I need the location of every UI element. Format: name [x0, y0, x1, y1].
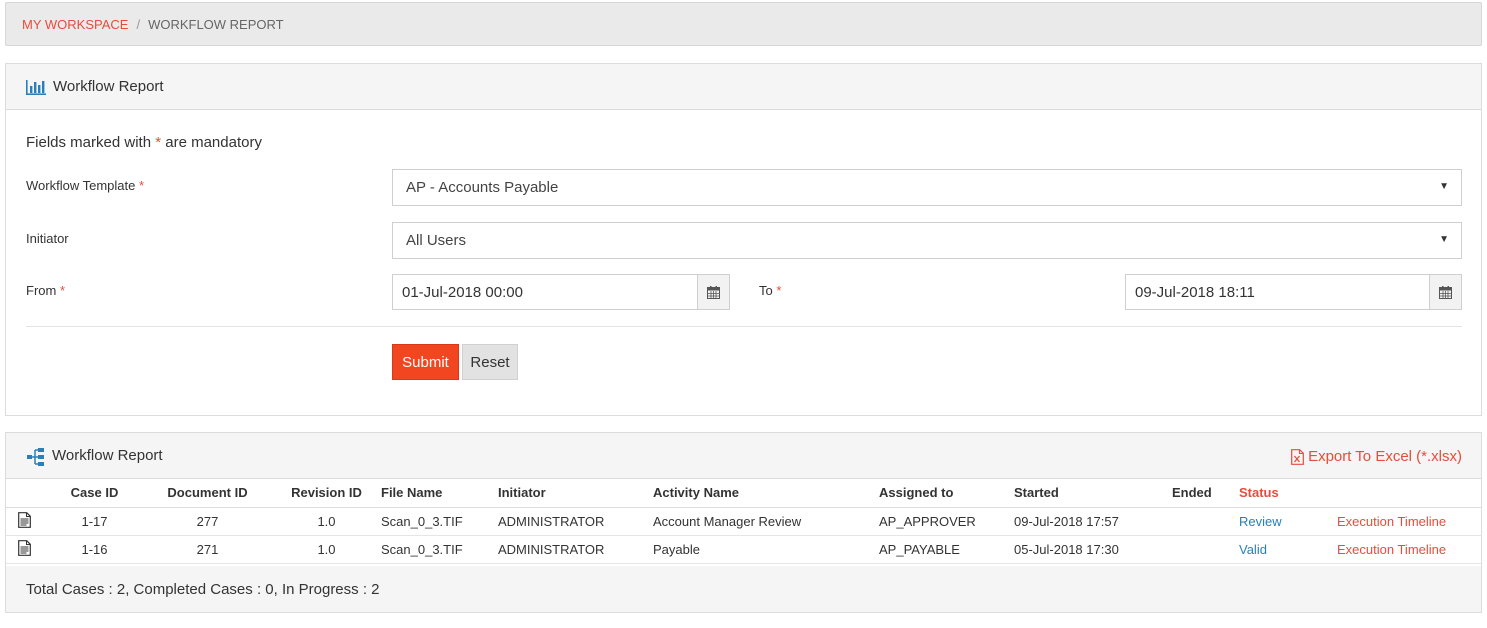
required-star: * — [776, 283, 782, 298]
calendar-icon[interactable] — [1429, 275, 1461, 309]
column-header-timeline — [1337, 479, 1481, 508]
caret-down-icon: ▼ — [1439, 181, 1449, 192]
cell-case-id: 1-16 — [48, 535, 141, 564]
breadcrumb-my-workspace[interactable]: MY WORKSPACE — [22, 17, 128, 32]
workflow-template-label: Workflow Template * — [26, 178, 144, 193]
bar-chart-icon — [25, 78, 47, 96]
workflow-report-table: Case ID Document ID Revision ID File Nam… — [6, 479, 1481, 564]
cell-assigned-to: AP_APPROVER — [879, 507, 1014, 536]
mandatory-note-suffix: are mandatory — [165, 134, 262, 151]
table-header-row: Case ID Document ID Revision ID File Nam… — [6, 479, 1481, 508]
from-label-text: From — [26, 283, 57, 298]
column-header-ended[interactable]: Ended — [1172, 479, 1239, 508]
breadcrumb: MY WORKSPACE / WORKFLOW REPORT — [5, 2, 1482, 46]
to-date-field: 09-Jul-2018 18:11 — [1125, 274, 1462, 310]
column-header-icon — [6, 479, 48, 508]
submit-button[interactable]: Submit — [392, 344, 459, 380]
column-header-started[interactable]: Started — [1014, 479, 1172, 508]
execution-timeline-link[interactable]: Execution Timeline — [1337, 514, 1446, 529]
to-date-input[interactable]: 09-Jul-2018 18:11 — [1126, 275, 1429, 309]
filter-panel-title: Workflow Report — [53, 78, 164, 95]
document-icon[interactable] — [6, 535, 48, 564]
from-label: From * — [26, 283, 65, 298]
export-excel-label: Export To Excel (*.xlsx) — [1308, 448, 1462, 465]
report-panel-title: Workflow Report — [52, 447, 163, 464]
cell-document-id: 277 — [141, 507, 274, 536]
document-icon[interactable] — [6, 507, 48, 536]
column-header-file-name[interactable]: File Name — [379, 479, 498, 508]
initiator-value: All Users — [406, 232, 467, 249]
column-header-document-id[interactable]: Document ID — [141, 479, 274, 508]
filter-panel: Workflow Report Fields marked with * are… — [5, 63, 1482, 416]
table-row: 1-17 277 1.0 Scan_0_3.TIF ADMINISTRATOR … — [6, 507, 1481, 536]
cell-revision-id: 1.0 — [274, 507, 379, 536]
from-date-input[interactable]: 01-Jul-2018 00:00 — [393, 275, 697, 309]
form-divider — [26, 326, 1462, 327]
cell-file-name: Scan_0_3.TIF — [379, 535, 498, 564]
status-link[interactable]: Valid — [1239, 542, 1267, 557]
initiator-select[interactable]: All Users ▼ — [392, 222, 1462, 259]
cell-assigned-to: AP_PAYABLE — [879, 535, 1014, 564]
column-header-activity-name[interactable]: Activity Name — [653, 479, 879, 508]
cell-started: 09-Jul-2018 17:57 — [1014, 507, 1172, 536]
cell-document-id: 271 — [141, 535, 274, 564]
to-label-text: To — [759, 283, 773, 298]
cell-activity-name: Account Manager Review — [653, 507, 879, 536]
workflow-template-select[interactable]: AP - Accounts Payable ▼ — [392, 169, 1462, 206]
cell-ended — [1172, 507, 1239, 536]
cell-initiator: ADMINISTRATOR — [498, 507, 653, 536]
column-header-case-id[interactable]: Case ID — [48, 479, 141, 508]
initiator-label: Initiator — [26, 231, 69, 246]
initiator-label-text: Initiator — [26, 231, 69, 246]
column-header-revision-id[interactable]: Revision ID — [274, 479, 379, 508]
workflow-template-label-text: Workflow Template — [26, 178, 136, 193]
cell-case-id: 1-17 — [48, 507, 141, 536]
table-row: 1-16 271 1.0 Scan_0_3.TIF ADMINISTRATOR … — [6, 535, 1481, 564]
cell-revision-id: 1.0 — [274, 535, 379, 564]
workflow-template-value: AP - Accounts Payable — [406, 179, 559, 196]
required-star: * — [138, 178, 145, 193]
excel-file-icon — [1291, 448, 1304, 465]
mandatory-note: Fields marked with * are mandatory — [26, 134, 262, 151]
filter-panel-header: Workflow Report — [6, 64, 1481, 110]
calendar-icon[interactable] — [697, 275, 729, 309]
required-star: * — [155, 134, 162, 151]
cell-file-name: Scan_0_3.TIF — [379, 507, 498, 536]
cell-initiator: ADMINISTRATOR — [498, 535, 653, 564]
to-label: To * — [759, 283, 781, 298]
breadcrumb-separator: / — [136, 16, 141, 32]
from-date-field: 01-Jul-2018 00:00 — [392, 274, 730, 310]
sitemap-icon — [26, 447, 46, 466]
cell-activity-name: Payable — [653, 535, 879, 564]
cell-ended — [1172, 535, 1239, 564]
execution-timeline-link[interactable]: Execution Timeline — [1337, 542, 1446, 557]
export-excel-link[interactable]: Export To Excel (*.xlsx) — [1291, 448, 1462, 465]
report-panel: Workflow Report Export To Excel (*.xlsx)… — [5, 432, 1482, 613]
mandatory-note-prefix: Fields marked with — [26, 134, 152, 151]
status-link[interactable]: Review — [1239, 514, 1282, 529]
column-header-status[interactable]: Status — [1239, 479, 1337, 508]
cell-started: 05-Jul-2018 17:30 — [1014, 535, 1172, 564]
caret-down-icon: ▼ — [1439, 234, 1449, 245]
reset-button[interactable]: Reset — [462, 344, 518, 380]
report-panel-header: Workflow Report — [6, 433, 1481, 479]
breadcrumb-current: WORKFLOW REPORT — [148, 16, 284, 32]
column-header-assigned-to[interactable]: Assigned to — [879, 479, 1014, 508]
totals-summary: Total Cases : 2, Completed Cases : 0, In… — [6, 566, 1481, 612]
column-header-initiator[interactable]: Initiator — [498, 479, 653, 508]
required-star: * — [59, 283, 66, 298]
